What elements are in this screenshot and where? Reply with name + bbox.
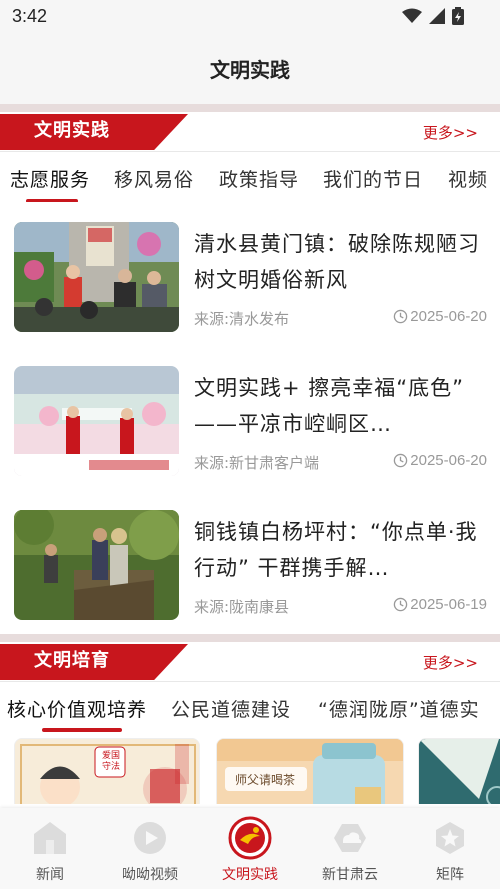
news-source: 来源:新甘肃客户端 xyxy=(194,454,320,472)
bottom-nav-civilization[interactable]: 文明实践 xyxy=(200,808,300,889)
tab-video[interactable]: 视频 xyxy=(448,165,488,192)
active-tab-indicator xyxy=(26,199,78,202)
card-caption: 爱国守法 xyxy=(101,751,120,772)
tab-our-festivals[interactable]: 我们的节日 xyxy=(323,165,423,192)
status-icons xyxy=(402,7,464,25)
bottom-nav-label: 新甘肃云 xyxy=(322,867,378,883)
tab-policy-guidance[interactable]: 政策指导 xyxy=(219,165,299,192)
category-tabs: 核心价值观培养 公民道德建设 “德润陇原”道德实 xyxy=(0,682,500,732)
play-icon xyxy=(134,822,166,854)
more-link[interactable]: 更多>> xyxy=(423,652,478,673)
section-title: 文明培育 xyxy=(34,650,110,671)
news-date: 2025-06-19 xyxy=(393,596,487,613)
bottom-nav-label: 新闻 xyxy=(36,867,64,883)
cloud-icon xyxy=(334,824,366,852)
bottom-nav-label: 文明实践 xyxy=(222,867,278,883)
news-title[interactable]: 铜钱镇白杨坪村：“你点单·我行动” 干群携手解… xyxy=(194,514,486,586)
news-source: 来源:清水发布 xyxy=(194,310,290,328)
news-item[interactable]: 清水县黄门镇：破除陈规陋习树文明婚俗新风 来源:清水发布 2025-06-20 xyxy=(0,222,500,366)
section-wenming-shijian: 文明实践 更多>> 志愿服务 移风易俗 政策指导 我们的节日 视频 清水县黄门镇… xyxy=(0,112,500,634)
bottom-nav-label: 呦呦视频 xyxy=(122,867,178,883)
news-item[interactable]: 文明实践+ 擦亮幸福“底色” ——平凉市崆峒区… 来源:新甘肃客户端 2025-… xyxy=(0,366,500,510)
star-icon xyxy=(436,822,464,854)
news-title[interactable]: 清水县黄门镇：破除陈规陋习树文明婚俗新风 xyxy=(194,226,486,298)
tab-civic-morality[interactable]: 公民道德建设 xyxy=(171,695,291,722)
content-card[interactable]: 师父请喝茶 xyxy=(216,738,404,804)
news-date: 2025-06-20 xyxy=(393,452,487,469)
news-source: 来源:陇南康县 xyxy=(194,598,290,616)
card-carousel: 爱国守法 师父请喝茶 xyxy=(0,734,500,804)
wifi-icon xyxy=(402,8,422,23)
news-date-text: 2025-06-19 xyxy=(410,596,487,613)
house-icon xyxy=(34,822,66,854)
civilization-logo-icon xyxy=(228,816,272,860)
bottom-nav-xingansu-cloud[interactable]: 新甘肃云 xyxy=(300,808,400,889)
news-thumbnail[interactable] xyxy=(14,366,179,476)
section-title: 文明实践 xyxy=(34,120,110,141)
news-title[interactable]: 文明实践+ 擦亮幸福“底色” ——平凉市崆峒区… xyxy=(194,370,486,442)
clock-icon xyxy=(394,453,408,468)
battery-icon xyxy=(452,7,464,25)
content-card[interactable]: 爱国守法 xyxy=(14,738,200,804)
bottom-nav-youyou-video[interactable]: 呦呦视频 xyxy=(100,808,200,889)
tab-core-values[interactable]: 核心价值观培养 xyxy=(7,695,147,722)
bottom-nav-matrix[interactable]: 矩阵 xyxy=(400,808,500,889)
news-item[interactable]: 铜钱镇白杨坪村：“你点单·我行动” 干群携手解… 来源:陇南康县 2025-06… xyxy=(0,510,500,654)
tab-customs-reform[interactable]: 移风易俗 xyxy=(114,165,194,192)
news-date-text: 2025-06-20 xyxy=(410,452,487,469)
section-wenming-peiyu: 文明培育 更多>> 核心价值观培养 公民道德建设 “德润陇原”道德实 爱国守法 xyxy=(0,642,500,808)
news-date-text: 2025-06-20 xyxy=(410,308,487,325)
news-date: 2025-06-20 xyxy=(393,308,487,325)
news-thumbnail[interactable] xyxy=(14,510,179,620)
tab-derun-longyuan[interactable]: “德润陇原”道德实 xyxy=(318,695,480,722)
active-tab-indicator xyxy=(42,728,122,732)
section-divider xyxy=(0,104,500,112)
section-header: 文明培育 更多>> xyxy=(0,642,500,682)
content-card[interactable] xyxy=(418,738,500,804)
bottom-nav-label: 矩阵 xyxy=(436,867,464,883)
more-link[interactable]: 更多>> xyxy=(423,122,478,143)
page-title: 文明实践 xyxy=(210,58,290,82)
status-time: 3:42 xyxy=(12,6,48,26)
status-bar: 3:42 xyxy=(0,0,500,34)
card-caption: 师父请喝茶 xyxy=(235,773,296,787)
tab-volunteer-service[interactable]: 志愿服务 xyxy=(10,165,90,192)
section-divider xyxy=(0,634,500,642)
bottom-nav-news[interactable]: 新闻 xyxy=(0,808,100,889)
bottom-nav-bar: 新闻 呦呦视频 文明实践 新甘肃云 矩阵 xyxy=(0,808,500,889)
signal-icon xyxy=(429,8,445,24)
clock-icon xyxy=(394,309,408,324)
section-header: 文明实践 更多>> xyxy=(0,112,500,152)
news-thumbnail[interactable] xyxy=(14,222,179,332)
top-nav-bar: 文明实践 xyxy=(0,34,500,104)
category-tabs: 志愿服务 移风易俗 政策指导 我们的节日 视频 xyxy=(0,152,500,202)
clock-icon xyxy=(394,597,408,612)
